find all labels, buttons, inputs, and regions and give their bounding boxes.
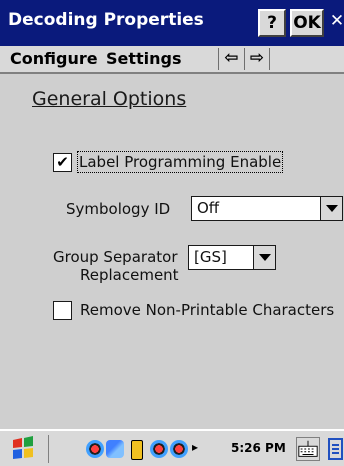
close-icon: ✕ [329, 11, 344, 31]
group-separator-label: Group Separator [53, 248, 178, 266]
symbology-id-label: Symbology ID [66, 200, 171, 218]
windows-start-icon[interactable] [10, 435, 36, 461]
remove-non-printable-checkbox[interactable] [53, 301, 72, 320]
window-title: Decoding Properties [8, 10, 204, 30]
title-bar: Decoding Properties ? OK ✕ [0, 0, 344, 46]
clock[interactable]: 5:26 PM [231, 441, 286, 455]
menu-settings[interactable]: Settings [106, 49, 182, 68]
app-tray-icon-2[interactable] [150, 440, 168, 458]
ok-button[interactable]: OK [290, 9, 324, 37]
group-separator-select[interactable]: [GS] [188, 245, 276, 270]
page-heading: General Options [32, 88, 187, 110]
chevron-down-icon[interactable] [320, 197, 342, 220]
symbology-id-select[interactable]: Off [191, 196, 343, 221]
taskbar-divider [48, 435, 49, 463]
back-arrow-icon: ⇦ [224, 48, 239, 68]
battery-icon[interactable] [131, 440, 143, 460]
menu-configure[interactable]: Configure [10, 49, 98, 68]
label-programming-checkbox[interactable]: ✔ [53, 153, 72, 172]
label-programming-label[interactable]: Label Programming Enable [76, 151, 284, 173]
keyboard-icon[interactable] [296, 437, 320, 461]
symbology-id-value: Off [197, 199, 220, 217]
forward-arrow-button[interactable]: ⇨ [244, 48, 270, 70]
remove-non-printable-label[interactable]: Remove Non-Printable Characters [80, 301, 334, 319]
group-separator-value: [GS] [194, 248, 227, 266]
back-arrow-button[interactable]: ⇦ [218, 48, 244, 70]
app-tray-icon[interactable] [86, 440, 104, 458]
check-mark-icon: ✔ [56, 153, 69, 171]
taskbar: ▸ 5:26 PM [0, 429, 344, 466]
menu-bar: Configure Settings ⇦ ⇨ [0, 46, 344, 74]
close-button[interactable]: ✕ [326, 9, 344, 37]
forward-arrow-icon: ⇨ [249, 48, 265, 68]
group-separator-label-line2: Replacement [80, 266, 179, 284]
help-button[interactable]: ? [258, 9, 286, 37]
app-tray-icon-3[interactable] [170, 440, 188, 458]
tray-expand-icon[interactable]: ▸ [192, 440, 198, 454]
network-icon[interactable] [106, 440, 124, 458]
chevron-down-icon[interactable] [253, 246, 275, 269]
sip-menu-icon[interactable] [327, 437, 344, 461]
